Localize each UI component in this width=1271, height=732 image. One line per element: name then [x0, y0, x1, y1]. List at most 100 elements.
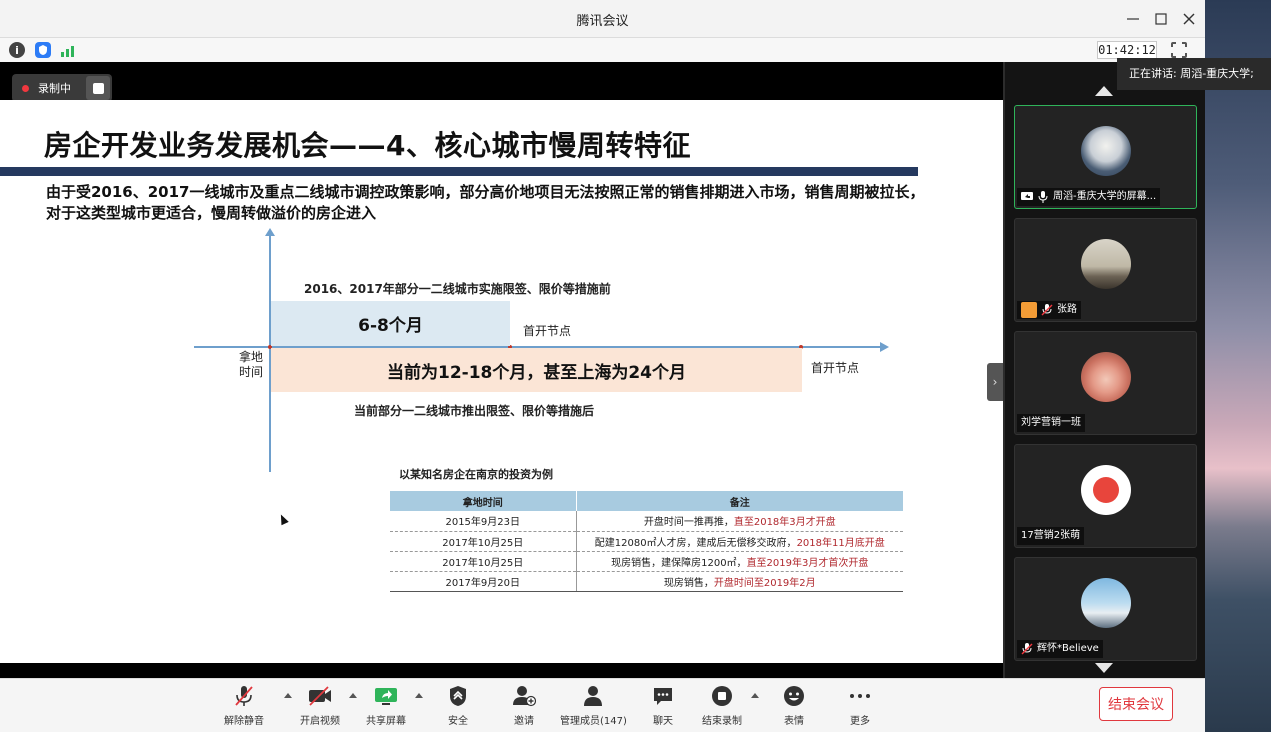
signal-icon[interactable]	[60, 43, 76, 57]
security-button[interactable]: 安全	[446, 684, 470, 727]
example-table: 拿地时间 备注 2015年9月23日 开盘时间一推再推，直至2018年3月才开盘…	[390, 491, 903, 592]
speaking-indicator: 正在讲话: 周滔-重庆大学;	[1117, 58, 1271, 90]
avatar	[1081, 352, 1131, 402]
row-date: 2015年9月23日	[390, 511, 577, 532]
chat-icon	[651, 684, 675, 708]
first-open-node-label-2: 首开节点	[811, 361, 860, 375]
title-bar: 腾讯会议	[0, 0, 1205, 38]
row-date: 2017年10月25日	[390, 531, 577, 552]
participant-tile[interactable]: 刘学营销一班	[1014, 331, 1197, 435]
emoji-icon	[782, 684, 806, 708]
example-caption: 以某知名房企在南京的投资为例	[399, 468, 553, 481]
shield-check-icon	[39, 45, 47, 55]
meeting-window: 腾讯会议 i 01:42:12 录制中 房企开发业务发展机会——4、核心城市慢周	[0, 0, 1205, 732]
members-icon	[581, 684, 605, 708]
table-row: 2017年9月20日 现房销售，开盘时间至2019年2月	[390, 571, 903, 592]
row-date: 2017年9月20日	[390, 571, 577, 592]
shared-screen: 录制中 房企开发业务发展机会——4、核心城市慢周转特征 由于受2016、2017…	[0, 62, 1003, 678]
participant-tile[interactable]: 辉怀*Believe	[1014, 557, 1197, 661]
stop-recording-button[interactable]: 结束录制	[702, 684, 742, 727]
participant-name-label: 刘学营销一班	[1017, 414, 1085, 432]
maximize-icon	[1155, 13, 1167, 25]
avatar	[1081, 239, 1131, 289]
desktop-background	[1205, 0, 1271, 732]
share-options-caret[interactable]	[415, 693, 423, 698]
after-measures-label: 当前部分一二线城市推出限签、限价等措施后	[354, 404, 595, 418]
stop-record-icon	[710, 684, 734, 708]
table-header-note: 备注	[576, 491, 903, 511]
presentation-slide: 房企开发业务发展机会——4、核心城市慢周转特征 由于受2016、2017一线城市…	[0, 100, 1003, 663]
row-note: 开盘时间一推再推，直至2018年3月才开盘	[576, 511, 903, 532]
red-face-icon	[1093, 477, 1119, 503]
land-acquisition-label: 拿地时间	[238, 350, 263, 379]
minimize-button[interactable]	[1122, 8, 1144, 30]
meeting-toolbar: 解除静音 开启视频 共享屏幕 安全 邀请 管理成员(147) 聊天 结束录制 表…	[0, 678, 1205, 732]
video-options-caret[interactable]	[349, 693, 357, 698]
slide-subtitle: 由于受2016、2017一线城市及重点二线城市调控政策影响，部分高价地项目无法按…	[46, 183, 925, 222]
after-duration-bar: 当前为12-18个月，甚至上海为24个月	[271, 348, 802, 392]
screen-share-icon	[1021, 192, 1033, 200]
row-note: 配建12080㎡人才房，建成后无偿移交政府，2018年11月底开盘	[576, 531, 903, 552]
row-note: 现房销售，建保障房1200㎡，直至2019年3月才首次开盘	[576, 551, 903, 572]
row-note: 现房销售，开盘时间至2019年2月	[576, 571, 903, 592]
video-off-icon	[308, 684, 332, 708]
participant-tile[interactable]: 张路	[1014, 218, 1197, 322]
unmute-button[interactable]: 解除静音	[224, 684, 264, 727]
minimize-icon	[1127, 18, 1139, 20]
fullscreen-icon[interactable]	[1171, 42, 1187, 58]
muted-microphone-icon	[1041, 304, 1053, 316]
start-video-button[interactable]: 开启视频	[300, 684, 340, 727]
before-duration-bar: 6-8个月	[271, 301, 510, 346]
muted-microphone-icon	[232, 684, 256, 708]
share-screen-icon	[374, 684, 398, 708]
record-options-caret[interactable]	[751, 693, 759, 698]
audio-options-caret[interactable]	[284, 693, 292, 698]
share-screen-button[interactable]: 共享屏幕	[366, 684, 406, 727]
avatar	[1081, 126, 1131, 176]
participant-tile[interactable]: 周滔-重庆大学的屏幕...	[1014, 105, 1197, 209]
table-row: 2017年10月25日 现房销售，建保障房1200㎡，直至2019年3月才首次开…	[390, 551, 903, 572]
slide-title: 房企开发业务发展机会——4、核心城市慢周转特征	[44, 129, 691, 162]
info-icon[interactable]: i	[9, 42, 25, 58]
title-divider	[0, 167, 918, 176]
manage-members-button[interactable]: 管理成员(147)	[560, 684, 627, 727]
before-measures-label: 2016、2017年部分一二线城市实施限签、限价等措施前	[304, 282, 611, 296]
scroll-down-icon[interactable]	[1095, 663, 1113, 673]
recording-badge: 录制中	[12, 74, 112, 102]
panel-toggle-button[interactable]: ›	[987, 363, 1003, 401]
invite-button[interactable]: 邀请	[512, 684, 536, 727]
window-title: 腾讯会议	[576, 14, 629, 29]
close-icon	[1183, 13, 1195, 25]
close-button[interactable]	[1178, 8, 1200, 30]
recording-label: 录制中	[38, 82, 71, 95]
host-badge-icon	[1021, 302, 1037, 318]
reactions-button[interactable]: 表情	[782, 684, 806, 727]
muted-microphone-icon	[1021, 643, 1033, 655]
participants-panel: 周滔-重庆大学的屏幕... 张路 刘学营销一班 17营销2张萌 辉怀*Belie…	[1003, 62, 1205, 678]
maximize-button[interactable]	[1150, 8, 1172, 30]
table-row: 2015年9月23日 开盘时间一推再推，直至2018年3月才开盘	[390, 511, 903, 532]
scroll-up-icon[interactable]	[1095, 86, 1113, 96]
chat-button[interactable]: 聊天	[651, 684, 675, 727]
row-date: 2017年10月25日	[390, 551, 577, 572]
microphone-icon	[1038, 191, 1048, 203]
meeting-timer: 01:42:12	[1097, 41, 1157, 59]
end-meeting-button[interactable]: 结束会议	[1099, 687, 1173, 721]
shield-icon	[446, 684, 470, 708]
participant-tile[interactable]: 17营销2张萌	[1014, 444, 1197, 548]
more-button[interactable]: 更多	[848, 684, 872, 727]
participant-name-label: 张路	[1017, 301, 1081, 319]
timeline-arrow-icon	[880, 342, 889, 352]
record-dot-icon	[22, 84, 29, 92]
recording-stop-button[interactable]	[86, 76, 110, 100]
avatar	[1081, 578, 1131, 628]
meeting-info-bar: i 01:42:12	[0, 38, 1205, 62]
vertical-axis-arrow-icon	[265, 228, 275, 236]
shield-icon[interactable]	[35, 42, 51, 58]
avatar	[1081, 465, 1131, 515]
table-row: 2017年10月25日 配建12080㎡人才房，建成后无偿移交政府，2018年1…	[390, 531, 903, 552]
participant-name-label: 周滔-重庆大学的屏幕...	[1017, 188, 1161, 206]
participant-name-label: 17营销2张萌	[1017, 527, 1085, 545]
more-dots-icon	[848, 684, 872, 708]
stop-icon	[92, 82, 104, 94]
